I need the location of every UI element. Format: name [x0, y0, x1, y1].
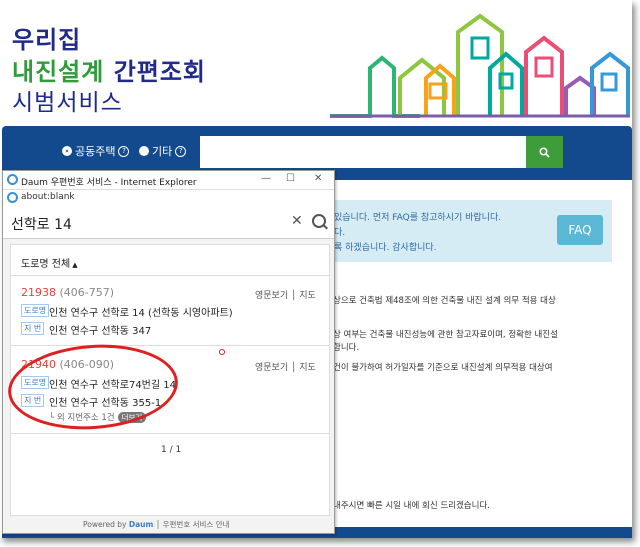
road-filter-dropdown[interactable]: 도로명 전체 ▲ [21, 255, 78, 270]
divider [11, 275, 329, 276]
zip-new[interactable]: 21938 [21, 286, 56, 299]
radio-unchecked-icon[interactable] [139, 146, 149, 156]
maximize-icon[interactable]: ☐ [286, 173, 295, 184]
chevron-down-icon: ▲ [72, 261, 78, 269]
postcode-search-input[interactable]: 선학로 14 ✕ [3, 206, 334, 239]
radio-apartment-label: 공동주택 [75, 145, 116, 158]
radio-other[interactable]: 기타 ? [139, 143, 187, 159]
body-paragraph-3: 건이 불가하여 허가일자를 기준으로 내진설계 의무적용 대상여 [333, 363, 553, 373]
main-page: 우리집 내진설계 간편조회 시범서비스 공동주택 ? 기타 ? 있습니다. 먼저… [0, 0, 632, 538]
powered-by-text: Powered by [83, 520, 127, 529]
title-line2-green: 내진설계 [12, 58, 105, 86]
radio-apartment[interactable]: 공동주택 ? [62, 143, 130, 159]
search-button[interactable] [526, 136, 563, 168]
title-line1: 우리집 [12, 26, 82, 54]
help-icon[interactable]: ? [118, 145, 130, 157]
zip-old: (406-757) [59, 286, 115, 299]
jibeon-tag: 지 번 [21, 322, 45, 335]
english-view-link[interactable]: 영문보기 [255, 363, 288, 373]
map-link[interactable]: 지도 [299, 291, 316, 301]
search-icon[interactable] [312, 214, 326, 228]
title-line2-navy: 간편조회 [113, 58, 207, 86]
english-view-link[interactable]: 영문보기 [255, 291, 288, 301]
body-paragraph-4: 내주시면 빠른 시일 내에 회신 드리겠습니다. [333, 501, 490, 511]
search-icon [539, 147, 550, 158]
notice-line2: 다. [334, 228, 346, 238]
result-1-zip[interactable]: 21938 (406-757) [21, 286, 114, 299]
divider [11, 433, 329, 434]
body-paragraph-2a: 상 여부는 건축물 내진성능에 관한 참고자료이며, 정확한 내진설 [333, 330, 558, 340]
clear-icon[interactable]: ✕ [291, 213, 303, 229]
body-paragraph-1: 상으로 건축법 제48조에 의한 건축물 내진 설계 의무 적용 대상 [333, 296, 556, 306]
red-annotation-dot [219, 349, 225, 355]
result-1-jibeon-address[interactable]: 인천 연수구 선학동 347 [49, 322, 151, 337]
notice-line1: 있습니다. 먼저 FAQ를 참고하시기 바랍니다. [334, 213, 502, 223]
pagination: 1 / 1 [161, 445, 182, 455]
notice-line3: 록 하겠습니다. 감사합니다. [334, 243, 437, 253]
result-2-links: 영문보기 │ 지도 [255, 363, 316, 373]
popup-footer: Powered by Daum │ 우편번호 서비스 안내 [83, 520, 230, 529]
address-bar-url: about:blank [21, 192, 75, 202]
daum-logo: Daum [128, 520, 154, 529]
help-icon[interactable]: ? [175, 145, 187, 157]
popup-titlebar[interactable]: Daum 우편번호 서비스 - Internet Explorer — ☐ ✕ [3, 171, 334, 189]
result-1-links: 영문보기 │ 지도 [255, 291, 316, 301]
radio-checked-icon[interactable] [62, 146, 72, 156]
faq-button[interactable]: FAQ [557, 215, 603, 245]
close-icon[interactable]: ✕ [314, 173, 322, 184]
ie-icon [7, 174, 18, 185]
popup-title: Daum 우편번호 서비스 - Internet Explorer [21, 178, 197, 188]
service-guide-link[interactable]: 우편번호 서비스 안내 [163, 520, 230, 529]
minimize-icon[interactable]: — [261, 173, 271, 184]
title-line3: 시범서비스 [12, 90, 123, 116]
radio-other-label: 기타 [152, 145, 173, 158]
road-filter-label: 도로명 전체 [21, 259, 71, 270]
result-1-road-address[interactable]: 인천 연수구 선학로 14 (선학동 시영아파트) [49, 304, 233, 319]
title-line2: 내진설계 간편조회 [12, 52, 206, 87]
body-paragraph-2b: 합니다. [333, 343, 360, 353]
divider [11, 345, 329, 346]
postcode-search-value[interactable]: 선학로 14 [11, 214, 72, 234]
map-link[interactable]: 지도 [299, 363, 316, 373]
road-tag: 도로명 [21, 304, 50, 317]
popup-address-bar[interactable]: about:blank [3, 189, 334, 207]
main-search-input[interactable] [200, 136, 526, 168]
ie-icon [7, 192, 18, 203]
houses-illustration-icon [330, 13, 630, 118]
